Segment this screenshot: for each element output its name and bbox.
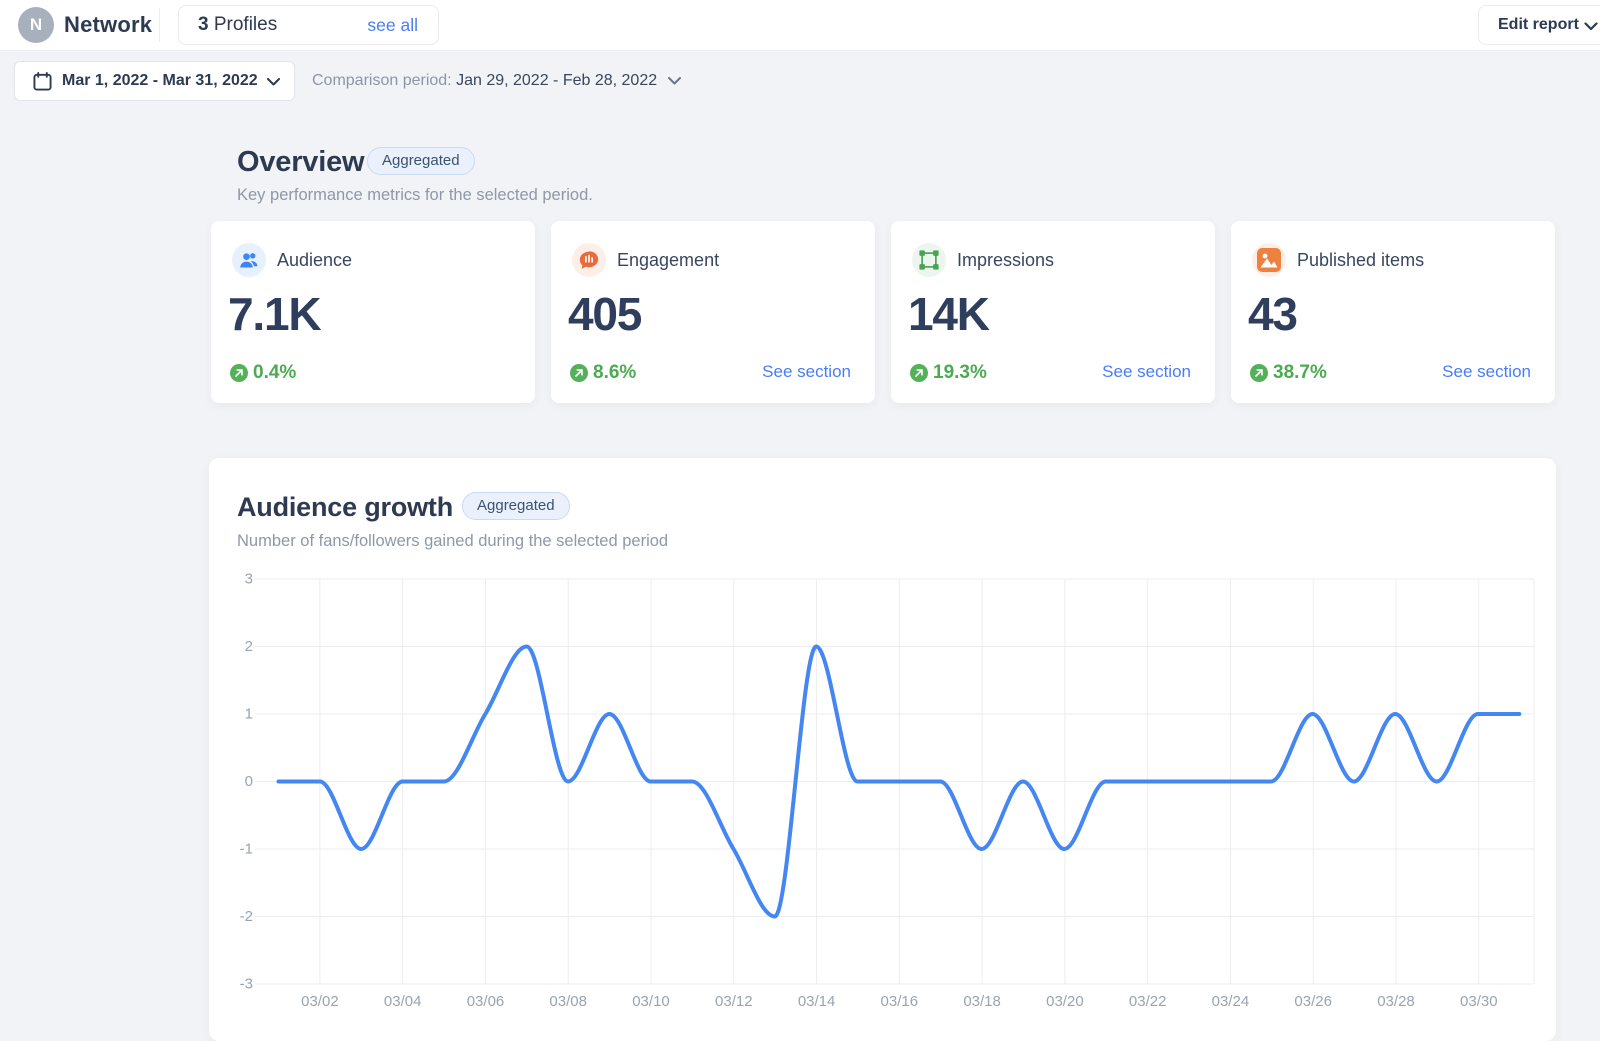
svg-text:03/06: 03/06 — [467, 993, 505, 1010]
svg-text:03/16: 03/16 — [881, 993, 919, 1010]
svg-text:-3: -3 — [240, 976, 253, 993]
svg-text:-2: -2 — [240, 908, 253, 925]
svg-text:03/10: 03/10 — [632, 993, 670, 1010]
svg-text:03/20: 03/20 — [1046, 993, 1084, 1010]
svg-text:03/22: 03/22 — [1129, 993, 1167, 1010]
svg-text:3: 3 — [245, 571, 253, 588]
svg-text:03/30: 03/30 — [1460, 993, 1498, 1010]
svg-text:03/26: 03/26 — [1294, 993, 1332, 1010]
svg-text:0: 0 — [245, 773, 253, 790]
svg-text:-1: -1 — [240, 841, 253, 858]
svg-text:03/02: 03/02 — [301, 993, 339, 1010]
svg-text:2: 2 — [245, 638, 253, 655]
svg-text:03/18: 03/18 — [963, 993, 1001, 1010]
svg-text:03/12: 03/12 — [715, 993, 753, 1010]
svg-text:03/28: 03/28 — [1377, 993, 1415, 1010]
svg-text:03/08: 03/08 — [549, 993, 587, 1010]
svg-text:03/24: 03/24 — [1212, 993, 1250, 1010]
svg-text:03/04: 03/04 — [384, 993, 422, 1010]
svg-text:1: 1 — [245, 706, 253, 723]
svg-text:03/14: 03/14 — [798, 993, 836, 1010]
